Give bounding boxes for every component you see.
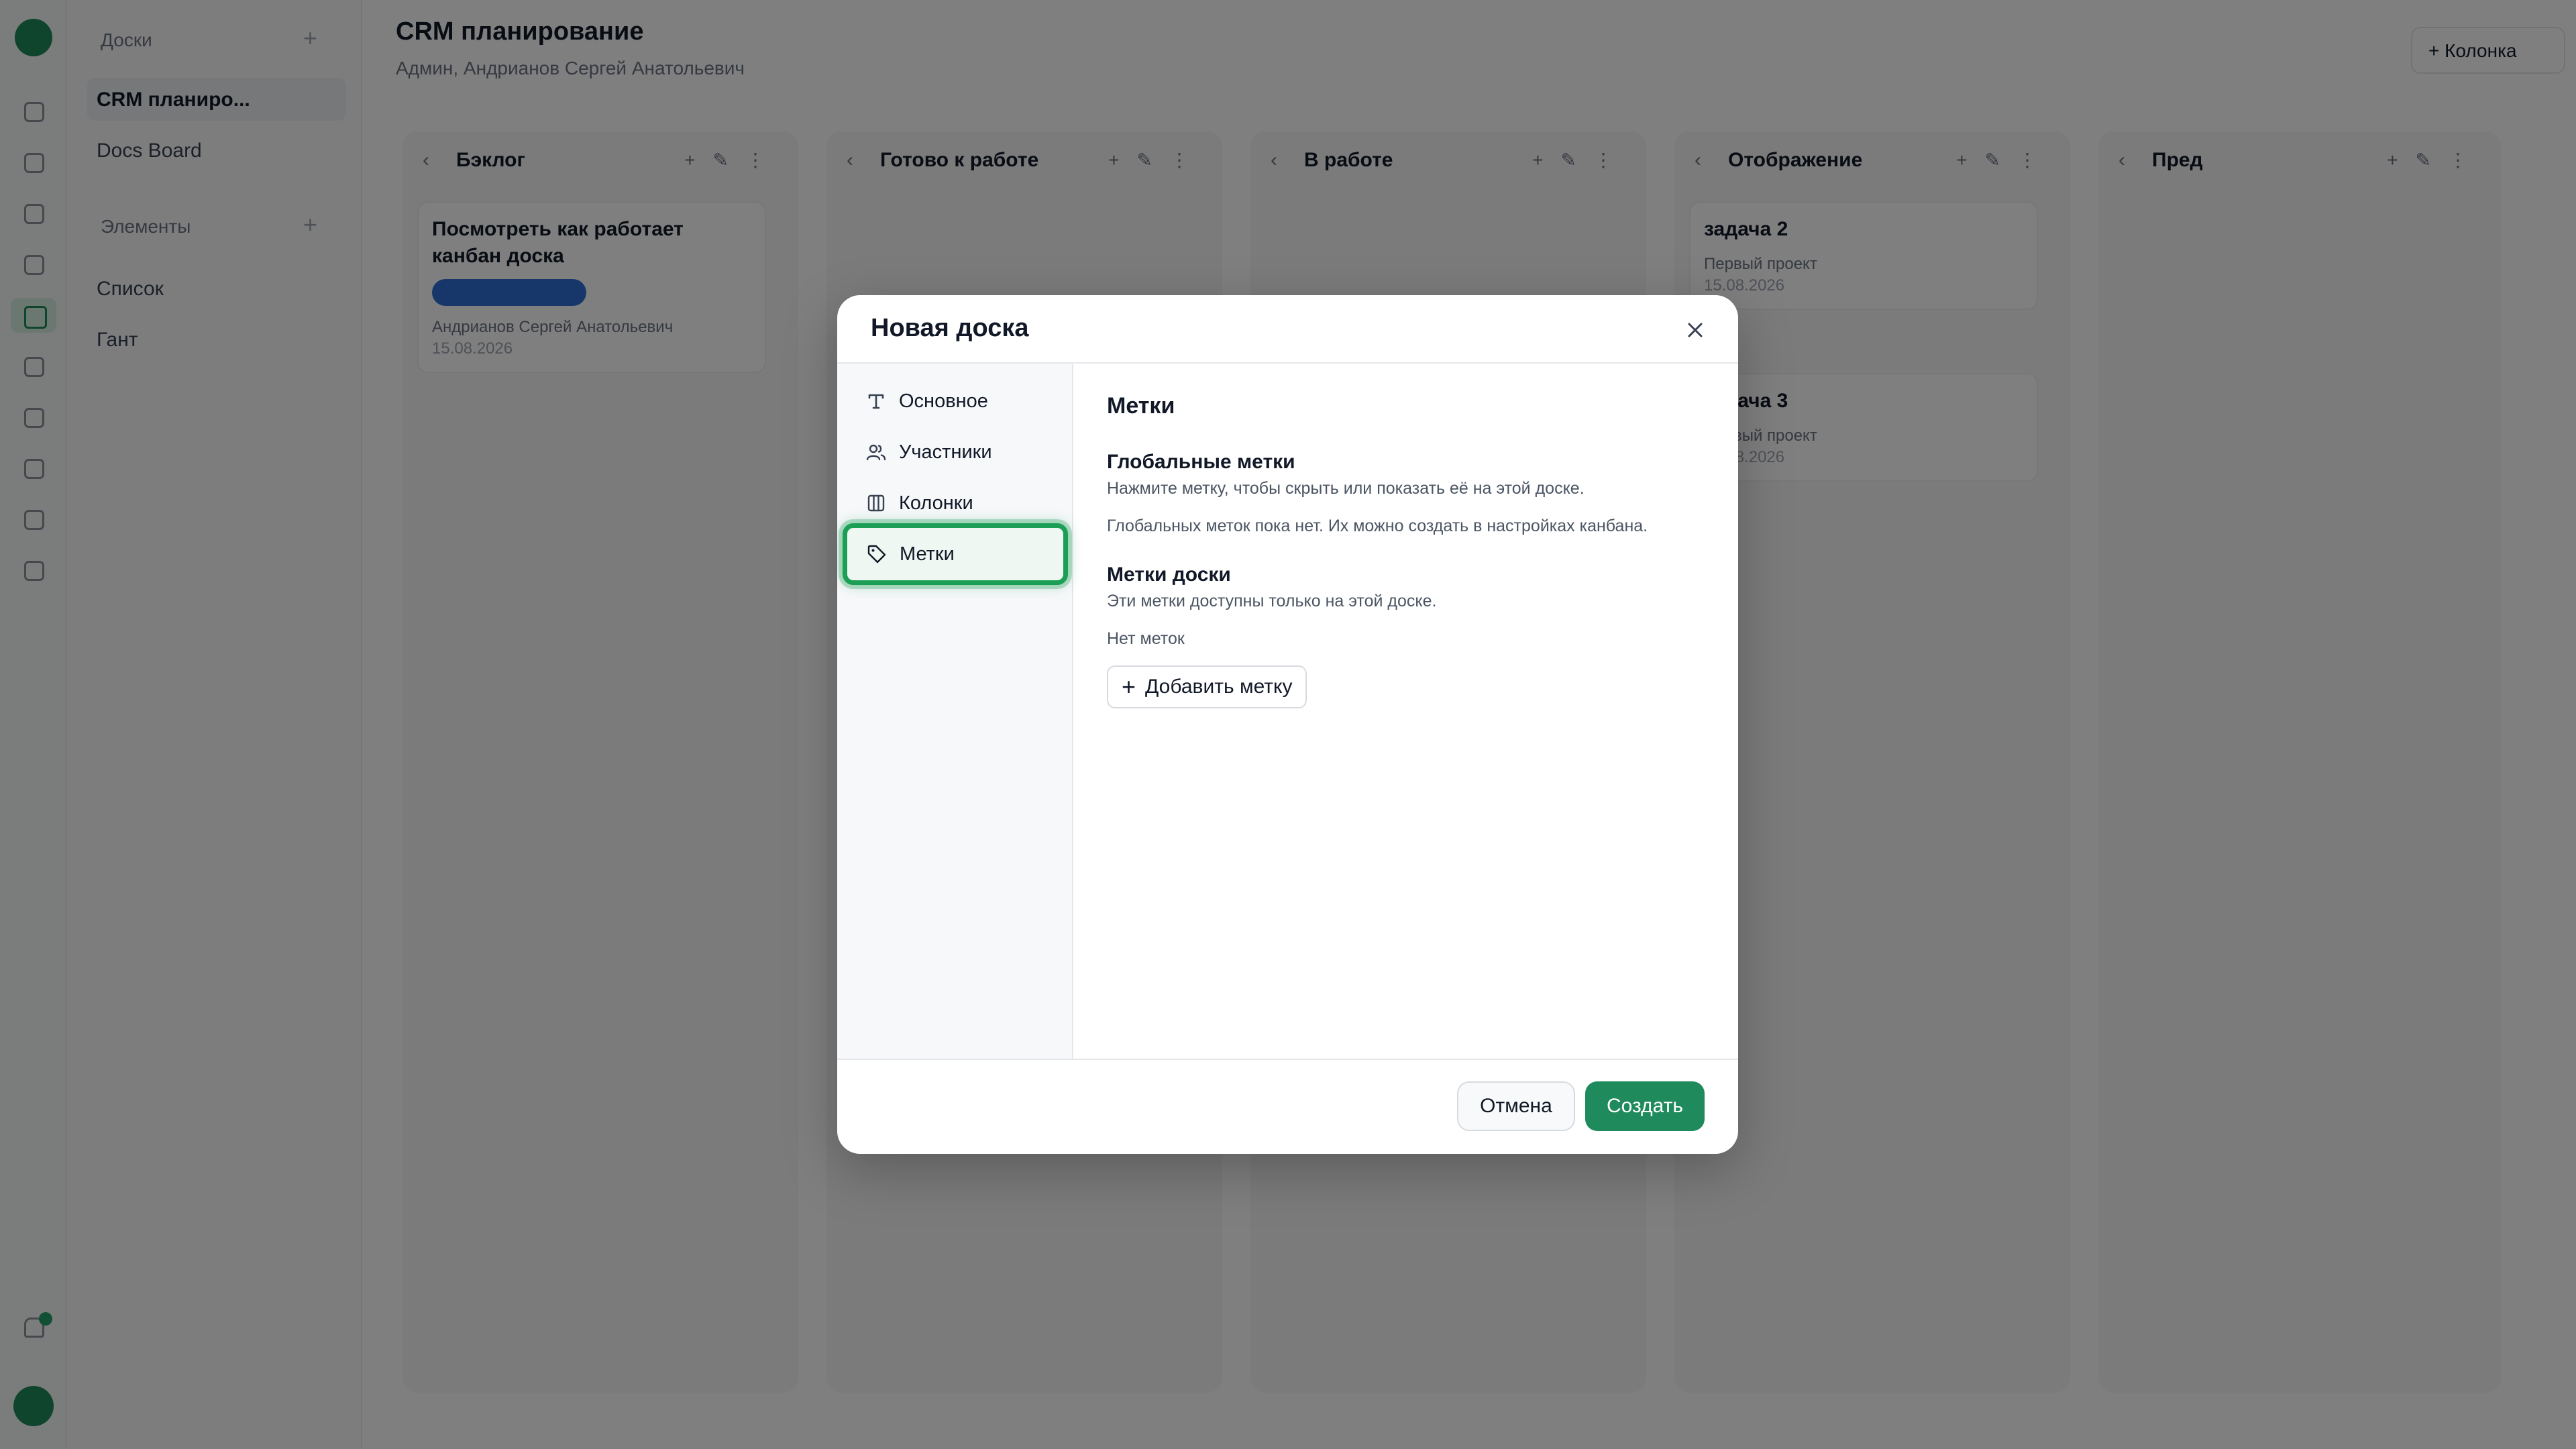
dialog-nav: Основное Участники Колонки Метки: [837, 364, 1073, 1059]
board-tags-title: Метки доски: [1107, 564, 1231, 586]
tags-panel: Метки Глобальные метки Нажмите метку, чт…: [1073, 364, 1738, 1059]
nav-item-columns[interactable]: Колонки: [841, 478, 1069, 529]
cancel-button[interactable]: Отмена: [1457, 1081, 1575, 1131]
nav-item-basic[interactable]: Основное: [841, 376, 1069, 427]
plus-icon: +: [1122, 673, 1136, 700]
tag-icon: [866, 543, 888, 565]
close-button[interactable]: [1679, 314, 1711, 346]
nav-item-label: Метки: [900, 543, 955, 565]
add-tag-label: Добавить метку: [1145, 676, 1293, 698]
nav-item-label: Участники: [899, 441, 992, 463]
global-tags-empty: Глобальных меток пока нет. Их можно созд…: [1107, 517, 1648, 535]
nav-item-tags[interactable]: Метки: [843, 523, 1068, 585]
add-tag-button[interactable]: + Добавить метку: [1107, 665, 1307, 708]
board-tags-empty: Нет меток: [1107, 629, 1185, 648]
users-icon: [865, 441, 887, 463]
section-heading: Метки: [1107, 393, 1175, 419]
close-icon: [1688, 323, 1703, 337]
create-button[interactable]: Создать: [1585, 1081, 1705, 1131]
global-tags-title: Глобальные метки: [1107, 451, 1295, 473]
new-board-dialog: Новая доска Основное Участники Колонки М…: [837, 295, 1738, 1154]
dialog-header: Новая доска: [837, 295, 1738, 364]
dialog-title: Новая доска: [871, 314, 1029, 342]
dialog-footer: Отмена Создать: [837, 1059, 1738, 1154]
nav-item-label: Колонки: [899, 492, 973, 514]
text-icon: [865, 390, 887, 412]
board-tags-hint: Эти метки доступны только на этой доске.: [1107, 592, 1437, 610]
nav-item-members[interactable]: Участники: [841, 427, 1069, 478]
nav-item-label: Основное: [899, 390, 988, 412]
columns-icon: [865, 492, 887, 514]
global-tags-hint: Нажмите метку, чтобы скрыть или показать…: [1107, 479, 1585, 498]
